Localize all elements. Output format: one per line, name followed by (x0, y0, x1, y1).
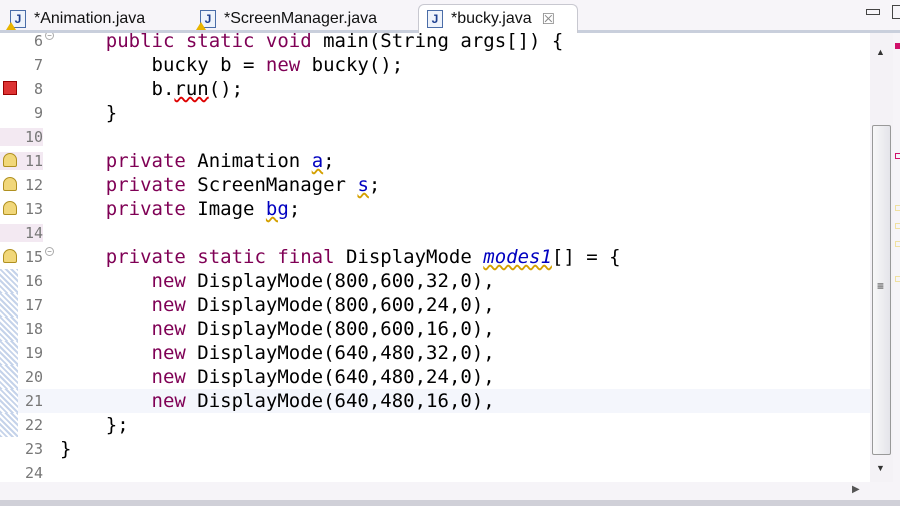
line-number: 23 (24, 440, 43, 458)
code-line[interactable]: 19 new DisplayMode(640,480,32,0), (0, 341, 870, 365)
warning-marker[interactable] (895, 223, 900, 229)
error-icon[interactable] (3, 81, 17, 95)
code-line[interactable]: 6− public static void main(String args[]… (0, 33, 870, 53)
code-text: new DisplayMode(800,600,32,0), (151, 270, 495, 292)
code-line[interactable]: 15− private static final DisplayMode mod… (0, 245, 870, 269)
code-text: private Image bg; (105, 198, 301, 220)
code-text: } (60, 102, 118, 124)
tab-screenmanager-java[interactable]: J *ScreenManager.java (192, 4, 414, 33)
tab-label: *ScreenManager.java (224, 9, 377, 27)
code-line[interactable]: 11 private Animation a; (0, 149, 870, 173)
close-tab-icon[interactable]: ☒ (542, 10, 555, 28)
code-line[interactable]: 16 new DisplayMode(800,600,32,0), (0, 269, 870, 293)
code-text: public static void main(String args[]) { (105, 33, 564, 52)
grip-icon: ≡ (877, 279, 885, 293)
java-file-warning-icon: J (196, 9, 216, 30)
scroll-right-arrow-icon[interactable]: ▶ (852, 484, 860, 495)
code-line[interactable]: 7 bucky b = new bucky(); (0, 53, 870, 77)
code-text: bucky b = new bucky(); (60, 54, 404, 76)
window-border (0, 500, 900, 506)
code-line[interactable]: 23} (0, 437, 870, 461)
error-summary-marker[interactable] (895, 43, 900, 49)
tab-bucky-java[interactable]: J *bucky.java ☒ (418, 4, 578, 33)
code-text: new DisplayMode(800,600,24,0), (151, 294, 495, 316)
code-line[interactable]: 17 new DisplayMode(800,600,24,0), (0, 293, 870, 317)
code-line[interactable]: 12 private ScreenManager s; (0, 173, 870, 197)
code-line[interactable]: 14 (0, 221, 870, 245)
warning-icon[interactable] (3, 177, 17, 191)
scroll-up-arrow-icon[interactable]: ▲ (876, 47, 885, 57)
line-number: 16 (24, 272, 43, 290)
code-editor[interactable]: 6− public static void main(String args[]… (0, 33, 870, 482)
code-line[interactable]: 18 new DisplayMode(800,600,16,0), (0, 317, 870, 341)
editor-tab-bar: J *Animation.java J *ScreenManager.java … (0, 0, 900, 33)
maximize-button[interactable] (892, 5, 900, 19)
code-line[interactable]: 24 (0, 461, 870, 482)
warning-icon[interactable] (3, 153, 17, 167)
line-number: 6 (33, 33, 43, 50)
code-line[interactable]: 20 new DisplayMode(640,480,24,0), (0, 365, 870, 389)
code-text: private ScreenManager s; (105, 174, 381, 196)
warning-marker[interactable] (895, 205, 900, 211)
line-number: 20 (24, 368, 43, 386)
code-text: private Animation a; (105, 150, 335, 172)
java-file-icon: J (427, 10, 443, 28)
line-number: 19 (24, 344, 43, 362)
code-text: private static final DisplayMode modes1[… (105, 246, 621, 268)
code-line[interactable]: 8 b.run(); (0, 77, 870, 101)
warning-icon[interactable] (3, 249, 17, 263)
minimize-button[interactable] (866, 9, 880, 15)
tab-animation-java[interactable]: J *Animation.java (2, 4, 187, 33)
line-number: 9 (33, 104, 43, 122)
error-marker[interactable] (895, 153, 900, 159)
code-text: new DisplayMode(800,600,16,0), (151, 318, 495, 340)
scroll-down-arrow-icon[interactable]: ▼ (876, 463, 885, 473)
warning-icon[interactable] (3, 201, 17, 215)
line-number: 22 (24, 416, 43, 434)
line-number: 17 (24, 296, 43, 314)
code-text: b.run(); (60, 78, 244, 100)
code-text: new DisplayMode(640,480,24,0), (151, 366, 495, 388)
code-line[interactable]: 10 (0, 125, 870, 149)
line-number: 21 (24, 392, 43, 410)
line-number: 14 (0, 224, 43, 242)
fold-collapse-icon[interactable]: − (45, 247, 54, 256)
fold-collapse-icon[interactable]: − (45, 33, 54, 40)
code-line[interactable]: 21 new DisplayMode(640,480,16,0), (0, 389, 870, 413)
code-text: } (60, 438, 72, 460)
tab-label: *Animation.java (34, 9, 146, 27)
line-number: 18 (24, 320, 43, 338)
horizontal-scrollbar[interactable]: ▶ (0, 482, 870, 500)
tab-label: *bucky.java (451, 10, 532, 27)
code-line[interactable]: 13 private Image bg; (0, 197, 870, 221)
code-line[interactable]: 22 }; (0, 413, 870, 437)
code-text: new DisplayMode(640,480,32,0), (151, 342, 495, 364)
java-file-warning-icon: J (6, 9, 26, 30)
line-number: 10 (0, 128, 43, 146)
warning-marker[interactable] (895, 241, 900, 247)
line-number: 7 (33, 56, 43, 74)
warning-marker[interactable] (895, 276, 900, 282)
code-line[interactable]: 9 } (0, 101, 870, 125)
line-number: 24 (24, 464, 43, 482)
scrollbar-thumb[interactable]: ≡ (872, 125, 891, 455)
vertical-scrollbar[interactable]: ▲ ≡ ▼ (870, 33, 893, 482)
overview-ruler[interactable] (893, 33, 900, 482)
code-text: }; (60, 414, 129, 436)
code-text: new DisplayMode(640,480,16,0), (151, 390, 495, 412)
